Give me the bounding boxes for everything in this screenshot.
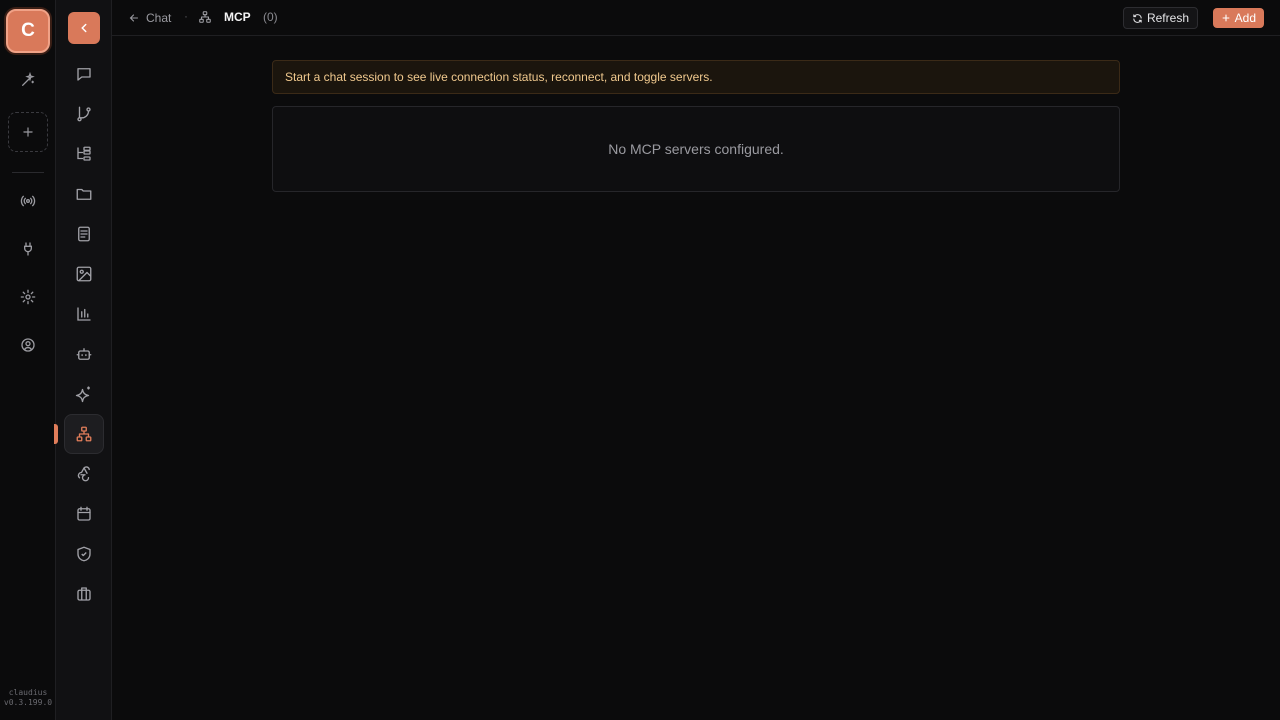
refresh-button[interactable]: Refresh xyxy=(1122,7,1198,29)
briefcase-icon xyxy=(75,585,93,603)
rail-divider xyxy=(12,172,44,173)
plus-icon xyxy=(21,125,35,139)
nav-chat[interactable] xyxy=(64,54,104,94)
book-icon xyxy=(75,225,93,243)
plug-icon[interactable] xyxy=(8,229,48,269)
add-workspace-button[interactable] xyxy=(8,112,48,152)
page-header: Chat · MCP (0) Refresh Add xyxy=(112,0,1280,36)
user-circle-icon[interactable] xyxy=(8,325,48,365)
nav-tree[interactable] xyxy=(64,134,104,174)
calendar-icon xyxy=(75,505,93,523)
collapse-sidebar-button[interactable] xyxy=(68,12,100,44)
tree-icon xyxy=(75,145,93,163)
nav-files[interactable] xyxy=(64,174,104,214)
folder-icon xyxy=(75,185,93,203)
refresh-icon xyxy=(1132,13,1143,24)
git-branch-icon xyxy=(75,105,93,123)
broadcast-icon[interactable] xyxy=(8,181,48,221)
network-icon xyxy=(75,425,93,443)
shield-check-icon xyxy=(75,545,93,563)
active-nav-indicator xyxy=(54,424,58,444)
back-label: Chat xyxy=(146,11,172,25)
nav-workspace[interactable] xyxy=(64,574,104,614)
primary-rail: C claudius v0.3.199.0 xyxy=(0,0,56,720)
breadcrumb-separator: · xyxy=(184,9,188,23)
nav-docs[interactable] xyxy=(64,214,104,254)
plus-icon xyxy=(1221,13,1231,23)
session-notice-text: Start a chat session to see live connect… xyxy=(285,70,713,84)
workspace-avatar[interactable]: C xyxy=(6,9,50,53)
session-notice: Start a chat session to see live connect… xyxy=(272,60,1120,94)
app-name: claudius xyxy=(8,688,48,697)
nav-agents[interactable] xyxy=(64,334,104,374)
nav-branches[interactable] xyxy=(64,94,104,134)
gear-icon[interactable] xyxy=(8,277,48,317)
network-icon xyxy=(198,10,212,24)
bar-chart-icon xyxy=(75,305,93,323)
nav-mcp[interactable] xyxy=(64,414,104,454)
back-to-chat-link[interactable]: Chat xyxy=(128,9,171,27)
magic-wand-icon[interactable] xyxy=(8,60,48,100)
nav-webhooks[interactable] xyxy=(64,454,104,494)
nav-skills[interactable] xyxy=(64,374,104,414)
arrow-left-icon xyxy=(128,12,140,24)
refresh-label: Refresh xyxy=(1146,11,1189,25)
page-title: MCP xyxy=(224,10,251,24)
empty-state-message: No MCP servers configured. xyxy=(608,141,784,157)
workspace-letter: C xyxy=(21,20,35,41)
nav-schedule[interactable] xyxy=(64,494,104,534)
nav-security[interactable] xyxy=(64,534,104,574)
bot-icon xyxy=(75,345,93,363)
chat-icon xyxy=(75,65,93,83)
app-version: v0.3.199.0 xyxy=(3,698,53,707)
nav-analytics[interactable] xyxy=(64,294,104,334)
nav-images[interactable] xyxy=(64,254,104,294)
server-count: (0) xyxy=(263,10,278,24)
image-icon xyxy=(75,265,93,283)
sparkles-icon xyxy=(75,385,93,403)
add-server-button[interactable]: Add xyxy=(1212,8,1264,28)
empty-state: No MCP servers configured. xyxy=(272,106,1120,192)
secondary-nav xyxy=(54,0,112,720)
add-label: Add xyxy=(1234,11,1256,25)
chevron-left-icon xyxy=(77,21,91,35)
webhook-icon xyxy=(75,465,93,483)
